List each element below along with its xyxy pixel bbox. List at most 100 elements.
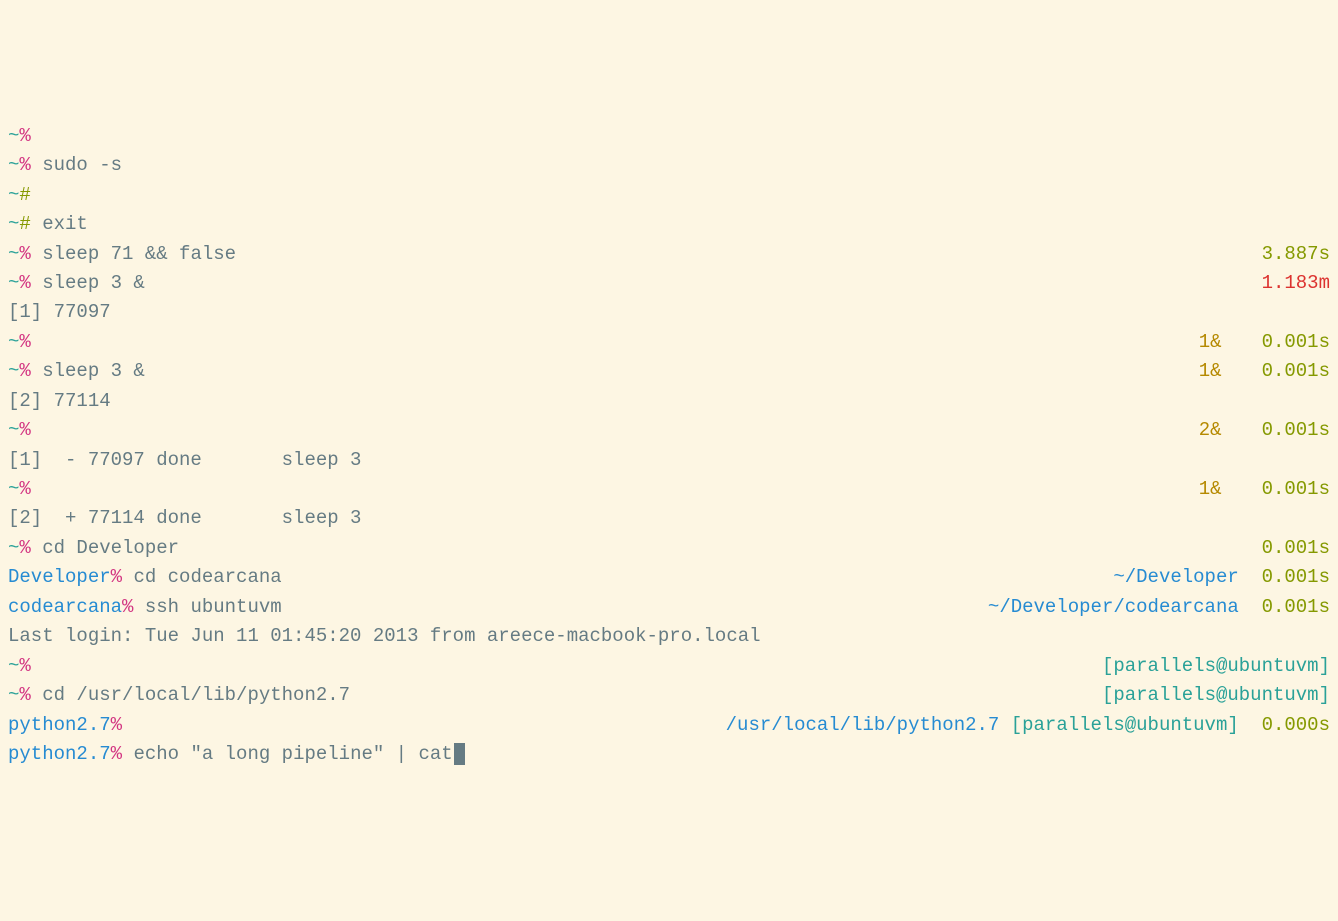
- text-segment: 3.887s: [1262, 243, 1330, 265]
- text-segment: python2.7: [8, 714, 111, 736]
- line-right: 1&0.001s: [1199, 357, 1330, 386]
- line-left: ~% sleep 3 &: [8, 269, 145, 298]
- terminal-line: ~% 2&0.001s: [8, 416, 1330, 445]
- terminal-line: ~% 1&0.001s: [8, 328, 1330, 357]
- text-segment: #: [19, 184, 30, 206]
- text-segment: [parallels@ubuntuvm]: [1102, 655, 1330, 677]
- text-segment: %: [19, 655, 30, 677]
- text-segment: %: [122, 596, 145, 618]
- text-segment: exit: [42, 213, 88, 235]
- text-segment: 1.183m: [1262, 272, 1330, 294]
- terminal-line: [2] + 77114 done sleep 3: [8, 504, 1330, 533]
- terminal-line: ~% 1&0.001s: [8, 475, 1330, 504]
- line-right: [parallels@ubuntuvm]: [1102, 681, 1330, 710]
- line-left: ~%: [8, 328, 31, 357]
- text-segment: 0.001s: [1262, 537, 1330, 559]
- terminal-line: [2] 77114: [8, 387, 1330, 416]
- text-segment: %: [19, 154, 42, 176]
- text-segment: %: [19, 684, 42, 706]
- line-left: ~%: [8, 475, 31, 504]
- line-right: ~/Developer/codearcana 0.001s: [988, 593, 1330, 622]
- text-segment: ssh ubuntuvm: [145, 596, 282, 618]
- line-left: ~#: [8, 181, 31, 210]
- terminal-line: ~# exit: [8, 210, 1330, 239]
- terminal-line: python2.7%/usr/local/lib/python2.7 [para…: [8, 711, 1330, 740]
- text-segment: %: [19, 243, 42, 265]
- terminal-line: ~% sleep 3 & 1&0.001s: [8, 357, 1330, 386]
- line-left: ~% sleep 71 && false: [8, 240, 236, 269]
- terminal-line: python2.7% echo "a long pipeline" | cat: [8, 740, 1330, 769]
- text-segment: ~: [8, 213, 19, 235]
- text-segment: [1] - 77097 done sleep 3: [8, 449, 361, 471]
- text-segment: sleep 3 &: [42, 360, 145, 382]
- line-left: ~%: [8, 416, 31, 445]
- terminal-line: [1] 77097: [8, 298, 1330, 327]
- text-segment: %: [19, 360, 42, 382]
- text-segment: ~: [8, 655, 19, 677]
- text-segment: Last login: Tue Jun 11 01:45:20 2013 fro…: [8, 625, 761, 647]
- text-segment: [1239, 714, 1262, 736]
- text-segment: ~: [8, 478, 19, 500]
- text-segment: 0.001s: [1262, 360, 1330, 382]
- terminal-line: ~% sudo -s: [8, 151, 1330, 180]
- line-left: ~%: [8, 652, 31, 681]
- terminal-line: [1] - 77097 done sleep 3: [8, 446, 1330, 475]
- text-segment: 1&: [1199, 360, 1222, 382]
- text-segment: %: [19, 331, 30, 353]
- text-segment: %: [19, 272, 42, 294]
- line-left: [1] 77097: [8, 298, 111, 327]
- text-segment: codearcana: [8, 596, 122, 618]
- text-segment: ~: [8, 684, 19, 706]
- text-segment: #: [19, 213, 42, 235]
- text-segment: 0.000s: [1262, 714, 1330, 736]
- terminal-line: Developer% cd codearcana~/Developer 0.00…: [8, 563, 1330, 592]
- line-right: 1&0.001s: [1199, 475, 1330, 504]
- text-segment: 0.001s: [1262, 566, 1330, 588]
- line-left: Developer% cd codearcana: [8, 563, 282, 592]
- line-left: python2.7% echo "a long pipeline" | cat: [8, 740, 465, 769]
- terminal-line: ~% [parallels@ubuntuvm]: [8, 652, 1330, 681]
- terminal-line: codearcana% ssh ubuntuvm ~/Developer/code…: [8, 593, 1330, 622]
- text-segment: [1239, 566, 1262, 588]
- text-segment: sleep 71 && false: [42, 243, 236, 265]
- text-segment: python2.7: [8, 743, 111, 765]
- text-segment: 0.001s: [1262, 331, 1330, 353]
- terminal-line: ~% cd /usr/local/lib/python2.7 [parallels…: [8, 681, 1330, 710]
- text-segment: [2] 77114: [8, 390, 111, 412]
- text-segment: [2] + 77114 done sleep 3: [8, 507, 361, 529]
- terminal-line: ~% sleep 3 & 1.183m: [8, 269, 1330, 298]
- line-left: ~% sleep 3 &: [8, 357, 145, 386]
- line-left: ~% sudo -s: [8, 151, 122, 180]
- text-segment: ~: [8, 419, 19, 441]
- text-segment: %: [19, 478, 30, 500]
- text-segment: Developer: [8, 566, 111, 588]
- text-segment: 0.001s: [1262, 596, 1330, 618]
- line-right: 1&0.001s: [1199, 328, 1330, 357]
- text-segment: cd codearcana: [133, 566, 281, 588]
- line-right: 0.001s: [1262, 534, 1330, 563]
- text-segment: [1239, 596, 1262, 618]
- line-left: Last login: Tue Jun 11 01:45:20 2013 fro…: [8, 622, 761, 651]
- text-segment: %: [111, 743, 134, 765]
- terminal-output[interactable]: ~%~% sudo -s~#~# exit~% sleep 71 && fals…: [8, 122, 1330, 770]
- line-right: [parallels@ubuntuvm]: [1102, 652, 1330, 681]
- text-segment: ~: [8, 125, 19, 147]
- text-segment: %: [19, 537, 42, 559]
- text-segment: %: [111, 714, 122, 736]
- line-left: ~% cd /usr/local/lib/python2.7: [8, 681, 350, 710]
- terminal-line: ~% cd Developer 0.001s: [8, 534, 1330, 563]
- text-segment: ~: [8, 537, 19, 559]
- text-segment: sleep 3 &: [42, 272, 145, 294]
- terminal-line: ~% sleep 71 && false 3.887s: [8, 240, 1330, 269]
- text-segment: ~: [8, 331, 19, 353]
- text-segment: [parallels@ubuntuvm]: [1102, 684, 1330, 706]
- line-left: [1] - 77097 done sleep 3: [8, 446, 361, 475]
- text-segment: echo "a long pipeline" | cat: [133, 743, 452, 765]
- line-left: codearcana% ssh ubuntuvm: [8, 593, 282, 622]
- text-segment: ~: [8, 184, 19, 206]
- text-segment: %: [19, 419, 30, 441]
- line-right: 2&0.001s: [1199, 416, 1330, 445]
- line-left: ~% cd Developer: [8, 534, 179, 563]
- line-right: 3.887s: [1262, 240, 1330, 269]
- text-segment: 1&: [1199, 331, 1222, 353]
